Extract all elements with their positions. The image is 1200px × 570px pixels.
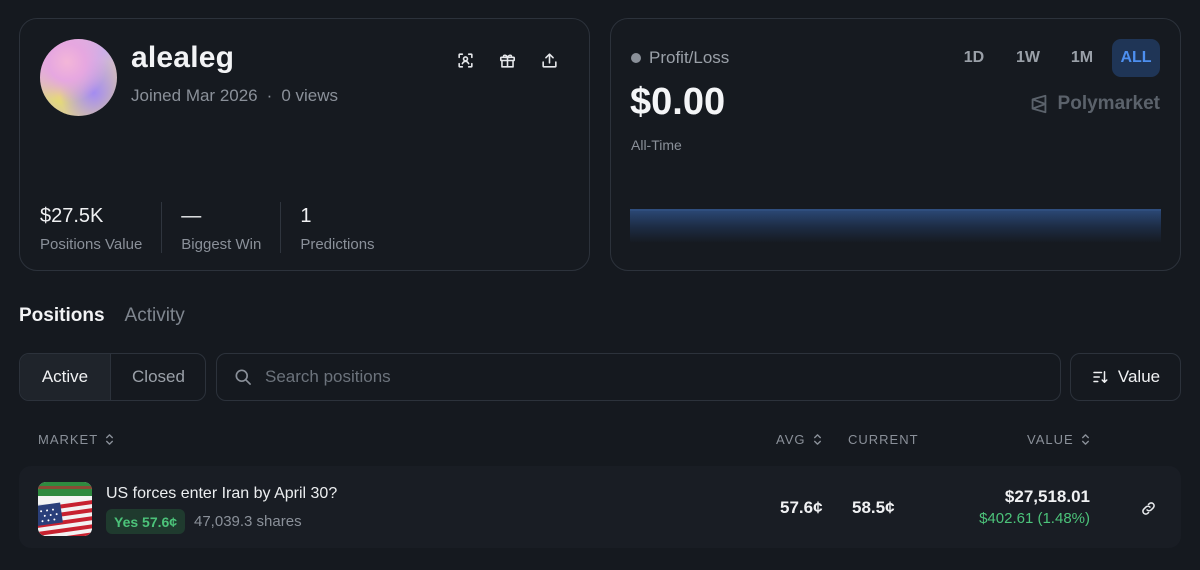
- search-box: [216, 353, 1061, 401]
- gift-icon[interactable]: [493, 46, 521, 74]
- range-1d[interactable]: 1D: [950, 39, 998, 77]
- meta-separator: ·: [266, 86, 273, 105]
- pnl-chart-area: [630, 209, 1161, 243]
- table-row[interactable]: US forces enter Iran by April 30? Yes 57…: [19, 466, 1181, 548]
- brand-logo: Polymarket: [1028, 93, 1160, 115]
- stat-value: —: [181, 205, 202, 227]
- share-count: 47,039.3 shares: [194, 513, 302, 530]
- range-selector: 1D 1W 1M ALL: [950, 39, 1160, 77]
- column-header-value[interactable]: VALUE: [1027, 432, 1091, 447]
- value-amount: $27,518.01: [1004, 487, 1090, 506]
- status-toggle: Active Closed: [19, 353, 206, 401]
- range-1m[interactable]: 1M: [1058, 39, 1106, 77]
- position-value: $27,518.01 $402.61 (1.48%): [979, 487, 1090, 527]
- filter-closed-button[interactable]: Closed: [111, 354, 205, 400]
- range-1w[interactable]: 1W: [1004, 39, 1052, 77]
- sort-chevrons-icon: [1081, 434, 1089, 445]
- profile-card: alealeg Joined Mar 2026 · 0 views $27.5K P…: [19, 18, 590, 271]
- profile-meta: Joined Mar 2026 · 0 views: [131, 86, 338, 106]
- pnl-period-label: All-Time: [631, 137, 682, 153]
- value-change: $402.61 (1.48%): [979, 510, 1090, 527]
- search-input[interactable]: [265, 367, 1025, 387]
- polymarket-logo-icon: [1031, 94, 1046, 114]
- pnl-label: Profit/Loss: [649, 48, 730, 67]
- profile-actions: [451, 46, 563, 74]
- market-title[interactable]: US forces enter Iran by April 30?: [106, 485, 337, 503]
- share-icon[interactable]: [535, 46, 563, 74]
- us-iran-flag-icon: [38, 482, 92, 536]
- view-count: 0 views: [281, 86, 338, 105]
- filter-active-button[interactable]: Active: [20, 354, 111, 400]
- scan-icon[interactable]: [451, 46, 479, 74]
- sort-button[interactable]: Value: [1070, 353, 1181, 401]
- sort-chevrons-icon: [106, 434, 114, 445]
- sort-icon: [1093, 371, 1108, 383]
- stat-label: Positions Value: [40, 236, 143, 253]
- avatar: [40, 39, 117, 116]
- stat-label: Predictions: [300, 236, 375, 253]
- column-header-current: CURRENT: [848, 432, 919, 447]
- search-icon: [235, 369, 251, 385]
- column-header-label: AVG: [776, 432, 806, 447]
- sort-label: Value: [1117, 367, 1161, 386]
- outcome-badge: Yes 57.6¢: [106, 509, 186, 534]
- tab-positions[interactable]: Positions: [19, 305, 105, 327]
- stat-positions-value: $27.5K Positions Value: [40, 202, 163, 253]
- sort-chevrons-icon: [813, 434, 821, 445]
- range-all[interactable]: ALL: [1112, 39, 1160, 77]
- column-header-label: CURRENT: [848, 432, 919, 447]
- avg-price: 57.6¢: [780, 498, 823, 517]
- pnl-amount: $0.00: [630, 81, 726, 123]
- column-header-label: MARKET: [38, 432, 99, 447]
- link-icon[interactable]: [1137, 497, 1159, 519]
- profile-stats: $27.5K Positions Value — Biggest Win 1 P…: [40, 202, 413, 253]
- profile-tabs: Positions Activity: [19, 305, 185, 327]
- tab-activity[interactable]: Activity: [125, 305, 185, 327]
- joined-date: Joined Mar 2026: [131, 86, 258, 105]
- column-header-market[interactable]: MARKET: [38, 432, 115, 447]
- column-header-label: VALUE: [1027, 432, 1074, 447]
- status-dot-icon: [631, 53, 641, 63]
- username: alealeg: [131, 41, 235, 74]
- pnl-card: Profit/Loss 1D 1W 1M ALL $0.00 All-Time …: [610, 18, 1181, 271]
- column-header-avg[interactable]: AVG: [776, 432, 823, 447]
- stat-value: 1: [300, 205, 312, 227]
- current-price: 58.5¢: [852, 498, 895, 517]
- market-thumbnail: [38, 482, 92, 536]
- pnl-header: Profit/Loss: [631, 48, 729, 68]
- stat-biggest-win: — Biggest Win: [181, 202, 282, 253]
- stat-value: $27.5K: [40, 205, 104, 227]
- brand-name: Polymarket: [1057, 93, 1160, 114]
- stat-predictions: 1 Predictions: [300, 202, 393, 253]
- stat-label: Biggest Win: [181, 236, 262, 253]
